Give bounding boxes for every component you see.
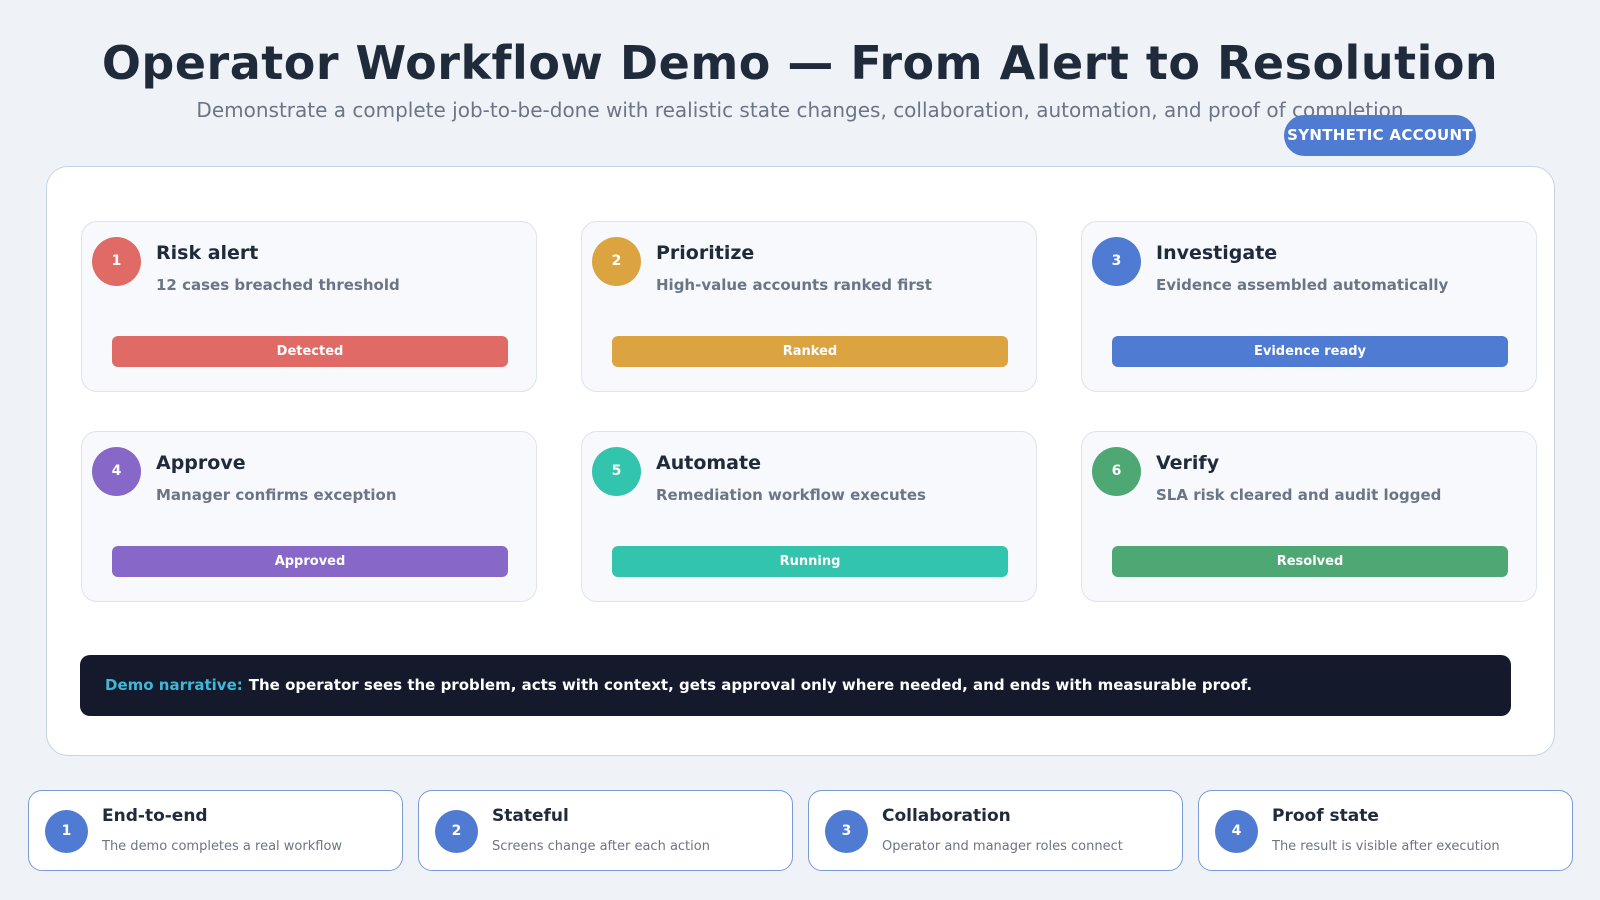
step-description: High-value accounts ranked first xyxy=(656,276,932,294)
feature-description: Operator and manager roles connect xyxy=(882,839,1123,854)
feature-number: 3 xyxy=(825,810,868,853)
status-badge: Running xyxy=(612,546,1008,577)
step-card-verify[interactable]: 6 Verify SLA risk cleared and audit logg… xyxy=(1081,431,1537,602)
status-badge: Detected xyxy=(112,336,508,367)
status-badge: Ranked xyxy=(612,336,1008,367)
step-description: 12 cases breached threshold xyxy=(156,276,400,294)
step-number: 4 xyxy=(92,447,141,496)
synthetic-account-badge: SYNTHETIC ACCOUNT xyxy=(1284,115,1476,156)
feature-title: Collaboration xyxy=(882,806,1011,826)
step-number: 5 xyxy=(592,447,641,496)
step-number: 6 xyxy=(1092,447,1141,496)
feature-card-stateful: 2 Stateful Screens change after each act… xyxy=(418,790,793,871)
step-description: Manager confirms exception xyxy=(156,486,397,504)
feature-description: Screens change after each action xyxy=(492,839,710,854)
status-badge: Evidence ready xyxy=(1112,336,1508,367)
step-title: Verify xyxy=(1156,452,1220,474)
feature-description: The demo completes a real workflow xyxy=(102,839,343,854)
step-title: Prioritize xyxy=(656,242,755,264)
narrative-label: Demo narrative: xyxy=(105,676,243,694)
feature-card-collaboration: 3 Collaboration Operator and manager rol… xyxy=(808,790,1183,871)
status-badge: Resolved xyxy=(1112,546,1508,577)
feature-card-proof-state: 4 Proof state The result is visible afte… xyxy=(1198,790,1573,871)
step-card-automate[interactable]: 5 Automate Remediation workflow executes… xyxy=(581,431,1037,602)
page-title: Operator Workflow Demo — From Alert to R… xyxy=(101,36,1499,90)
step-description: Remediation workflow executes xyxy=(656,486,926,504)
narrative-text: The operator sees the problem, acts with… xyxy=(248,676,1253,694)
step-description: SLA risk cleared and audit logged xyxy=(1156,486,1442,504)
step-card-prioritize[interactable]: 2 Prioritize High-value accounts ranked … xyxy=(581,221,1037,392)
step-card-risk-alert[interactable]: 1 Risk alert 12 cases breached threshold… xyxy=(81,221,537,392)
step-title: Automate xyxy=(656,452,761,474)
feature-description: The result is visible after execution xyxy=(1272,839,1500,854)
feature-title: Proof state xyxy=(1272,806,1379,826)
step-title: Investigate xyxy=(1156,242,1278,264)
feature-card-end-to-end: 1 End-to-end The demo completes a real w… xyxy=(28,790,403,871)
step-number: 2 xyxy=(592,237,641,286)
feature-number: 2 xyxy=(435,810,478,853)
step-title: Risk alert xyxy=(156,242,259,264)
step-title: Approve xyxy=(156,452,246,474)
step-card-investigate[interactable]: 3 Investigate Evidence assembled automat… xyxy=(1081,221,1537,392)
step-description: Evidence assembled automatically xyxy=(1156,276,1449,294)
feature-title: Stateful xyxy=(492,806,569,826)
step-number: 1 xyxy=(92,237,141,286)
feature-number: 1 xyxy=(45,810,88,853)
feature-number: 4 xyxy=(1215,810,1258,853)
step-number: 3 xyxy=(1092,237,1141,286)
status-badge: Approved xyxy=(112,546,508,577)
step-card-approve[interactable]: 4 Approve Manager confirms exception App… xyxy=(81,431,537,602)
demo-narrative-banner: Demo narrative: The operator sees the pro… xyxy=(80,655,1511,716)
feature-title: End-to-end xyxy=(102,806,208,826)
